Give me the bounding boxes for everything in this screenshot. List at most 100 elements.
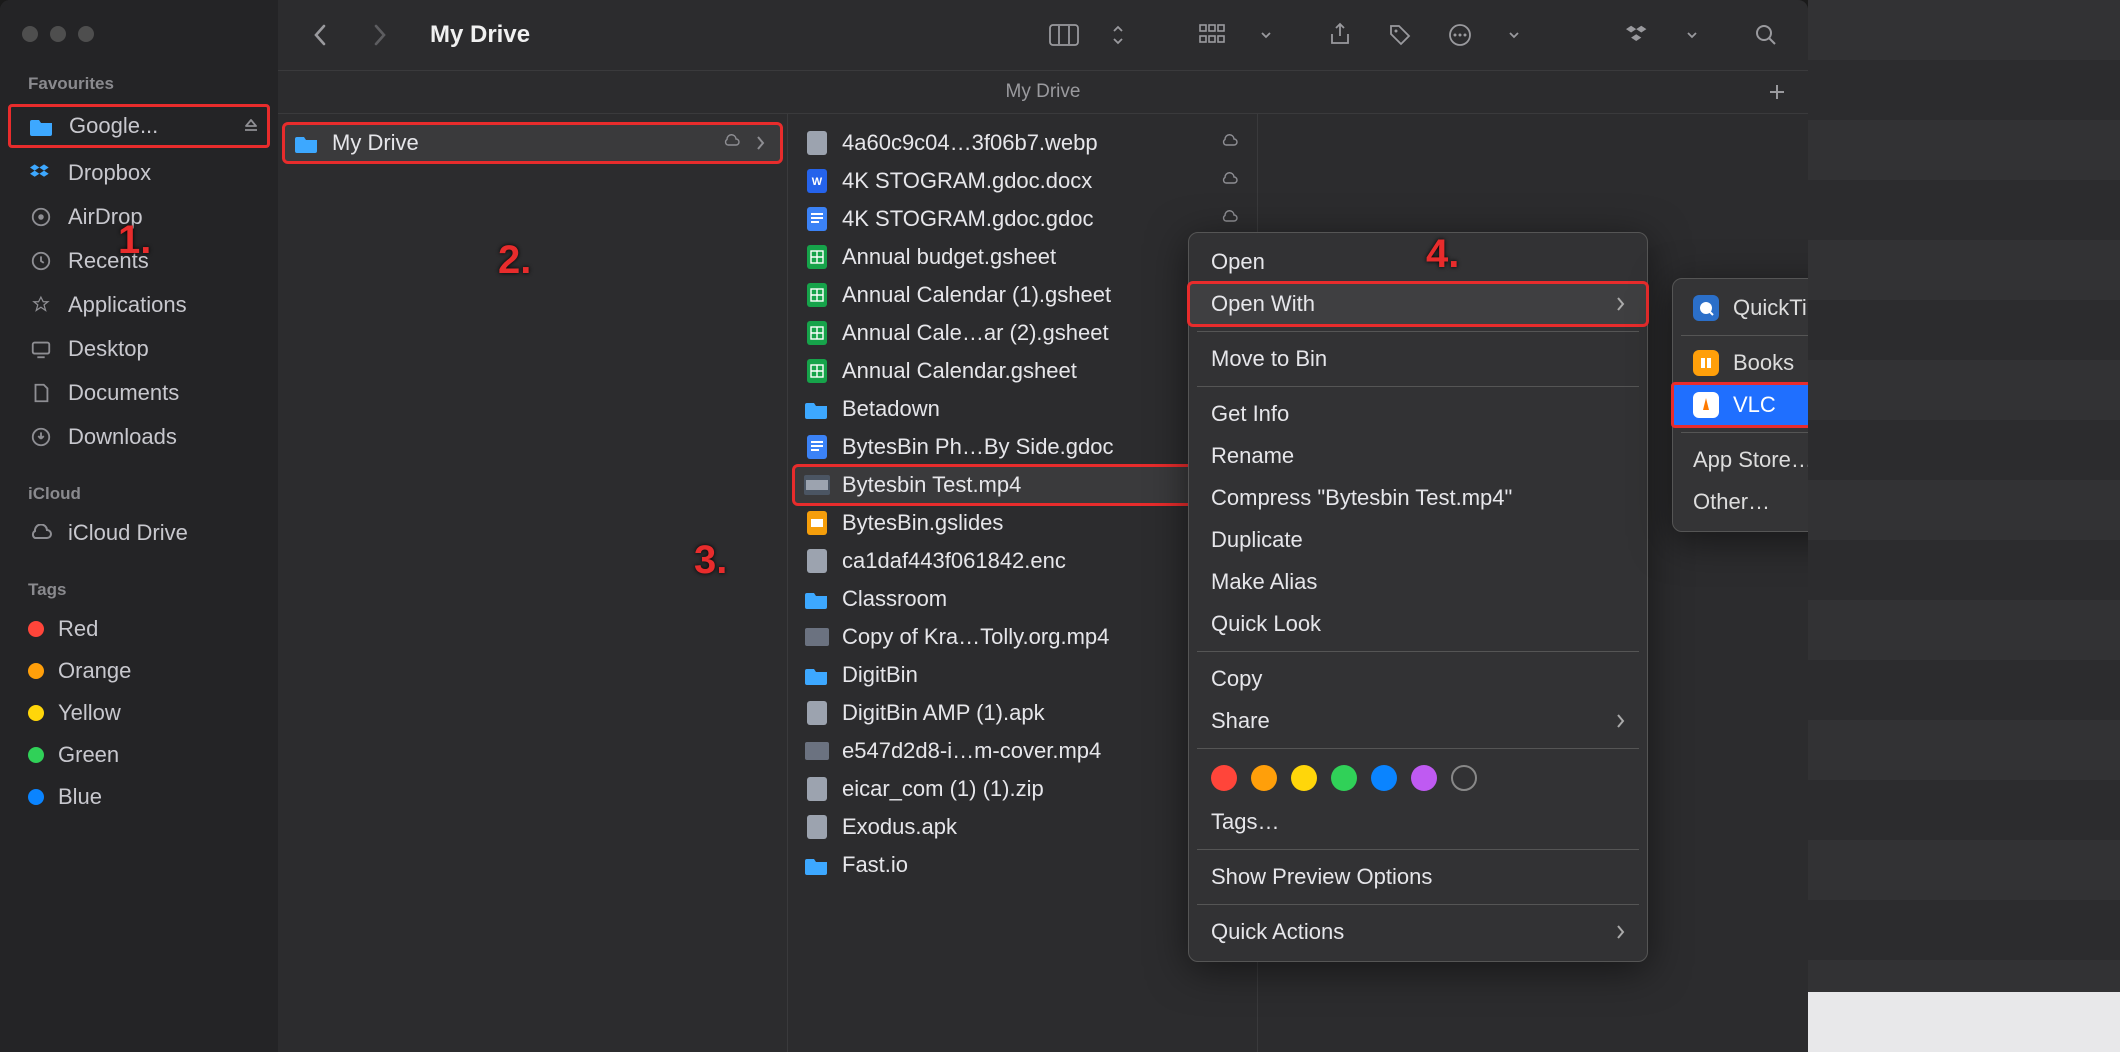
downloads-icon bbox=[28, 424, 54, 450]
file-row[interactable]: DigitBin AMP (1).apk bbox=[794, 694, 1251, 732]
menu-make-alias[interactable]: Make Alias bbox=[1189, 561, 1647, 603]
sidebar-item-airdrop[interactable]: AirDrop bbox=[0, 196, 278, 238]
color-tag-swatch[interactable] bbox=[1291, 765, 1317, 791]
sidebar-tag-red[interactable]: Red bbox=[0, 608, 278, 650]
dropbox-toolbar-icon[interactable] bbox=[1620, 17, 1656, 53]
minimize-dot[interactable] bbox=[50, 26, 66, 42]
chevron-down-icon[interactable] bbox=[1496, 17, 1532, 53]
tab-bar: My Drive bbox=[278, 70, 1808, 114]
sidebar-item-downloads[interactable]: Downloads bbox=[0, 416, 278, 458]
zoom-dot[interactable] bbox=[78, 26, 94, 42]
color-tag-swatch[interactable] bbox=[1411, 765, 1437, 791]
file-row[interactable]: Fast.io bbox=[794, 846, 1251, 884]
file-row[interactable]: Annual Calendar (1).gsheet bbox=[794, 276, 1251, 314]
folder-my-drive[interactable]: My Drive bbox=[284, 124, 781, 162]
sidebar-item-recents[interactable]: Recents bbox=[0, 240, 278, 282]
file-row[interactable]: Annual Cale…ar (2).gsheet bbox=[794, 314, 1251, 352]
file-name: 4a60c9c04…3f06b7.webp bbox=[842, 130, 1209, 156]
color-tag-swatch[interactable] bbox=[1371, 765, 1397, 791]
sidebar-item-documents[interactable]: Documents bbox=[0, 372, 278, 414]
submenu-quicktime[interactable]: QuickTime Player (default) bbox=[1673, 287, 1808, 329]
submenu-books[interactable]: Books bbox=[1673, 342, 1808, 384]
menu-open-with[interactable]: Open With bbox=[1189, 283, 1647, 325]
more-button[interactable] bbox=[1442, 17, 1478, 53]
file-type-icon bbox=[804, 814, 830, 840]
view-chevron-icon[interactable] bbox=[1100, 17, 1136, 53]
menu-get-info[interactable]: Get Info bbox=[1189, 393, 1647, 435]
sidebar-tag-green[interactable]: Green bbox=[0, 734, 278, 776]
color-tag-swatch[interactable] bbox=[1211, 765, 1237, 791]
sidebar-item-label: AirDrop bbox=[68, 204, 143, 230]
sidebar-tag-orange[interactable]: Orange bbox=[0, 650, 278, 692]
file-type-icon bbox=[804, 472, 830, 498]
file-row[interactable]: Copy of Kra…Tolly.org.mp4 bbox=[794, 618, 1251, 656]
color-tag-swatch[interactable] bbox=[1251, 765, 1277, 791]
tag-dot-icon bbox=[28, 663, 44, 679]
group-button[interactable] bbox=[1194, 17, 1230, 53]
file-row[interactable]: Betadown bbox=[794, 390, 1251, 428]
file-type-icon bbox=[804, 206, 830, 232]
menu-copy[interactable]: Copy bbox=[1189, 658, 1647, 700]
menu-compress[interactable]: Compress "Bytesbin Test.mp4" bbox=[1189, 477, 1647, 519]
file-name: 4K STOGRAM.gdoc.docx bbox=[842, 168, 1209, 194]
file-type-icon bbox=[804, 700, 830, 726]
new-tab-button[interactable] bbox=[1762, 77, 1792, 107]
file-row[interactable]: Annual budget.gsheet bbox=[794, 238, 1251, 276]
sidebar-tag-blue[interactable]: Blue bbox=[0, 776, 278, 818]
tags-button[interactable] bbox=[1382, 17, 1418, 53]
books-icon bbox=[1693, 350, 1719, 376]
file-row[interactable]: 4K STOGRAM.gdoc.gdoc bbox=[794, 200, 1251, 238]
sidebar-item-desktop[interactable]: Desktop bbox=[0, 328, 278, 370]
chevron-down-icon[interactable] bbox=[1674, 17, 1710, 53]
menu-rename[interactable]: Rename bbox=[1189, 435, 1647, 477]
file-type-icon bbox=[804, 852, 830, 878]
menu-open[interactable]: Open bbox=[1189, 241, 1647, 283]
submenu-app-store[interactable]: App Store… bbox=[1673, 439, 1808, 481]
file-row[interactable]: Exodus.apk bbox=[794, 808, 1251, 846]
file-type-icon bbox=[804, 510, 830, 536]
sidebar-tag-yellow[interactable]: Yellow bbox=[0, 692, 278, 734]
file-row[interactable]: W4K STOGRAM.gdoc.docx bbox=[794, 162, 1251, 200]
share-button[interactable] bbox=[1322, 17, 1358, 53]
file-name: Classroom bbox=[842, 586, 1209, 612]
file-row[interactable]: DigitBin bbox=[794, 656, 1251, 694]
nav-back-button[interactable] bbox=[302, 17, 338, 53]
submenu-vlc[interactable]: VLC bbox=[1673, 384, 1808, 426]
file-name: Fast.io bbox=[842, 852, 1209, 878]
file-row[interactable]: BytesBin.gslides bbox=[794, 504, 1251, 542]
menu-share[interactable]: Share bbox=[1189, 700, 1647, 742]
sidebar: Favourites Google... Dropbox AirDrop Rec… bbox=[0, 0, 278, 1052]
chevron-right-icon bbox=[1615, 924, 1625, 940]
color-tag-swatch[interactable] bbox=[1331, 765, 1357, 791]
file-row[interactable]: Bytesbin Test.mp4 bbox=[794, 466, 1251, 504]
file-type-icon bbox=[804, 396, 830, 422]
menu-duplicate[interactable]: Duplicate bbox=[1189, 519, 1647, 561]
sidebar-item-dropbox[interactable]: Dropbox bbox=[0, 152, 278, 194]
nav-fwd-button[interactable] bbox=[362, 17, 398, 53]
menu-tags[interactable]: Tags… bbox=[1189, 801, 1647, 843]
document-icon bbox=[28, 380, 54, 406]
file-row[interactable]: ca1daf443f061842.enc bbox=[794, 542, 1251, 580]
chevron-down-icon[interactable] bbox=[1248, 17, 1284, 53]
sidebar-item-google-drive[interactable]: Google... bbox=[8, 104, 270, 148]
tag-dot-icon bbox=[28, 789, 44, 805]
menu-move-to-bin[interactable]: Move to Bin bbox=[1189, 338, 1647, 380]
file-row[interactable]: 4a60c9c04…3f06b7.webp bbox=[794, 124, 1251, 162]
file-row[interactable]: BytesBin Ph…By Side.gdoc bbox=[794, 428, 1251, 466]
menu-quick-actions[interactable]: Quick Actions bbox=[1189, 911, 1647, 953]
tab-label[interactable]: My Drive bbox=[1006, 81, 1081, 103]
submenu-other[interactable]: Other… bbox=[1673, 481, 1808, 523]
sidebar-item-icloud-drive[interactable]: iCloud Drive bbox=[0, 512, 278, 554]
eject-icon[interactable] bbox=[243, 118, 259, 134]
search-button[interactable] bbox=[1748, 17, 1784, 53]
menu-show-preview-options[interactable]: Show Preview Options bbox=[1189, 856, 1647, 898]
file-row[interactable]: eicar_com (1) (1).zip bbox=[794, 770, 1251, 808]
file-row[interactable]: Annual Calendar.gsheet bbox=[794, 352, 1251, 390]
color-tag-none[interactable] bbox=[1451, 765, 1477, 791]
view-columns-button[interactable] bbox=[1046, 17, 1082, 53]
file-row[interactable]: e547d2d8-i…m-cover.mp4 bbox=[794, 732, 1251, 770]
file-row[interactable]: Classroom bbox=[794, 580, 1251, 618]
close-dot[interactable] bbox=[22, 26, 38, 42]
menu-quick-look[interactable]: Quick Look bbox=[1189, 603, 1647, 645]
sidebar-item-applications[interactable]: Applications bbox=[0, 284, 278, 326]
